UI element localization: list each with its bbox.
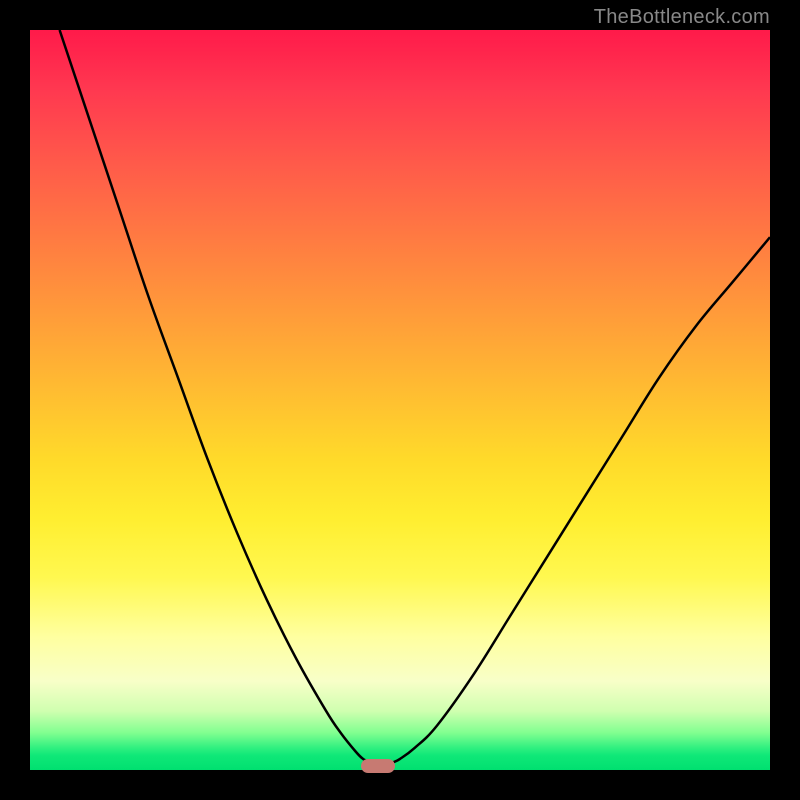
watermark-text: TheBottleneck.com xyxy=(594,6,770,29)
chart-plot-area xyxy=(30,30,770,770)
minimum-marker xyxy=(361,759,395,773)
